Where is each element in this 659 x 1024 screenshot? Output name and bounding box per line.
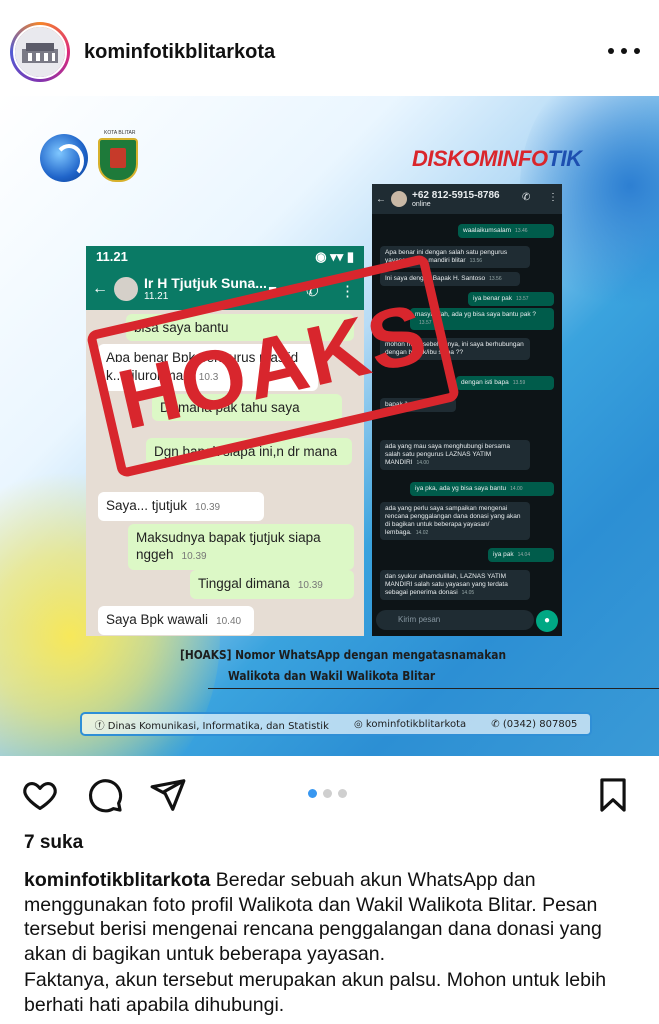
footer-dept: ⓕ Dinas Komunikasi, Informatika, dan Sta… <box>94 720 329 732</box>
message-bubble: waalaikumsalam 13.46 <box>458 224 554 238</box>
back-arrow-icon: ← <box>92 280 108 297</box>
carousel-dot <box>323 789 332 798</box>
message-bubble: ada yang mau saya menghubungi bersama sa… <box>380 440 530 470</box>
contact-avatar <box>114 277 138 301</box>
message-bubble: dan syukur alhamdulillah, LAZNAS YATIM M… <box>380 570 530 600</box>
kominfo-logo-icon <box>40 134 88 182</box>
comment-bubble-icon[interactable] <box>86 776 124 814</box>
message-bubble: dengan isti bapa 13.59 <box>456 376 554 390</box>
likes-count[interactable]: 7 suka <box>24 832 83 854</box>
like-heart-icon[interactable] <box>21 776 59 814</box>
microphone-icon: ● <box>536 610 558 632</box>
avatar-image <box>13 25 67 79</box>
message-bubble: ada yang perlu saya sampaikan mengenai r… <box>380 502 530 540</box>
more-options-icon[interactable] <box>608 44 640 58</box>
post-username[interactable]: kominfotikblitarkota <box>84 41 275 64</box>
menu-icon: ⋮ <box>548 192 558 203</box>
message-bubble: Saya Bpk wawali 10.40 <box>98 606 254 635</box>
contact-footer-bar: ⓕ Dinas Komunikasi, Informatika, dan Sta… <box>80 712 592 736</box>
image-caption-line1: [HOAKS] Nomor WhatsApp dengan mengatasna… <box>180 647 507 662</box>
message-bubble: iya benar pak 13.57 <box>468 292 554 306</box>
post-caption: kominfotikblitarkota Beredar sebuah akun… <box>24 868 644 1017</box>
building-logo-icon <box>15 27 65 77</box>
message-bubble: Tinggal dimana 10.39 <box>190 570 354 599</box>
status-bar: 11.21 ◉ ▾▾ ▮ <box>86 246 364 268</box>
footer-instagram: ◎ kominfotikblitarkota <box>354 718 467 730</box>
message-bubble: iya pka, ada yg bisa saya bantu 14.00 <box>410 482 554 496</box>
contact-name: +62 812-5915-8786 <box>412 190 500 201</box>
post-actions-bar <box>0 756 659 830</box>
carousel-indicator <box>308 789 347 798</box>
contact-avatar <box>391 191 407 207</box>
caption-username[interactable]: kominfotikblitarkota <box>24 869 210 891</box>
message-input: Kirim pesan <box>376 610 534 630</box>
message-bubble: Saya... tjutjuk 10.39 <box>98 492 264 521</box>
contact-status: online <box>412 201 431 208</box>
bookmark-save-icon[interactable] <box>594 776 632 814</box>
message-bubble: iya pak 14.04 <box>488 548 554 562</box>
carousel-dot-active <box>308 789 317 798</box>
post-image[interactable]: KOTA BLITAR DISKOMINFOTIK 11.21 ◉ ▾▾ ▮ ←… <box>0 96 659 756</box>
carousel-dot <box>338 789 347 798</box>
footer-phone: ✆ (0342) 807805 <box>491 718 578 730</box>
post-header: kominfotikblitarkota <box>0 0 659 96</box>
caption-paragraph-2: Faktanya, akun tersebut merupakan akun p… <box>24 969 607 1016</box>
avatar[interactable] <box>10 22 70 82</box>
chat-toolbar: ← +62 812-5915-8786 online ✆ ⋮ <box>372 184 562 214</box>
diskominfotik-brand: DISKOMINFOTIK <box>412 146 582 171</box>
image-caption-line2: Walikota dan Wakil Walikota Blitar <box>228 668 436 683</box>
message-bubble: Maksudnya bapak tjutjuk siapa nggeh 10.39 <box>128 524 354 570</box>
contact-name: Ir H Tjutjuk Suna... <box>144 275 267 291</box>
caption-underline <box>208 688 659 689</box>
kota-blitar-emblem-icon: KOTA BLITAR <box>98 130 138 182</box>
signal-icons: ◉ ▾▾ ▮ <box>315 249 354 264</box>
phone-call-icon: ✆ <box>522 192 531 203</box>
back-arrow-icon: ← <box>376 193 386 205</box>
share-send-icon[interactable] <box>149 776 187 814</box>
